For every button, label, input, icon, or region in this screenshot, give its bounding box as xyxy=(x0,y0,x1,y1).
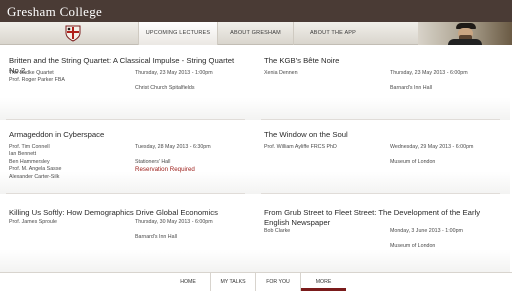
lecture-list: Britten and the String Quartet: A Classi… xyxy=(0,46,512,272)
reservation-required-label: Reservation Required xyxy=(135,166,195,173)
lecture-venue: Stationers' Hall xyxy=(135,159,171,165)
lecture-speakers: Prof. Tim Connell Ian Bennett Ben Hammer… xyxy=(9,144,61,181)
lecture-speakers: Prof. James Sproule xyxy=(9,219,57,226)
lecture-card[interactable]: The Window on the Soul Prof. William Ayl… xyxy=(255,120,510,194)
lecture-title: Armageddon in Cyberspace xyxy=(9,130,105,139)
lecture-card[interactable]: Britten and the String Quartet: A Classi… xyxy=(0,46,255,120)
nav-home[interactable]: HOME xyxy=(166,273,211,291)
speaker-name: Prof. William Ayliffe FRCS PhD xyxy=(264,144,337,150)
speaker-name: The Badke Quartet xyxy=(9,70,54,76)
nav-my-talks[interactable]: MY TALKS xyxy=(211,273,256,291)
nav-for-you[interactable]: FOR YOU xyxy=(256,273,301,291)
lecture-date: Thursday, 23 May 2013 - 6:00pm xyxy=(390,70,468,76)
lecture-card[interactable]: The KGB's Bête Noire Xenia Dennen Thursd… xyxy=(255,46,510,120)
speaker-name: Prof. Tim Connell xyxy=(9,144,50,150)
lecture-title: From Grub Street to Fleet Street: The De… xyxy=(264,208,481,227)
speaker-name: Prof. Roger Parker FBA xyxy=(9,77,65,84)
lecture-date: Thursday, 30 May 2013 - 6:00pm xyxy=(135,219,213,225)
lecture-speakers: The Badke Quartet Prof. Roger Parker FBA xyxy=(9,70,65,85)
nav-more[interactable]: MORE xyxy=(301,273,346,291)
tab-about-the-app[interactable]: ABOUT THE APP xyxy=(294,22,372,45)
speaker-name: Ian Bennett xyxy=(9,151,37,158)
speaker-name: Alexander Carter-Silk xyxy=(9,173,60,180)
app-header: Gresham College xyxy=(0,0,512,22)
lecture-title: Killing Us Softly: How Demographics Driv… xyxy=(9,208,218,217)
lecture-date: Wednesday, 29 May 2013 - 6:00pm xyxy=(390,144,474,150)
lecture-date: Tuesday, 28 May 2013 - 6:30pm xyxy=(135,144,211,150)
lecture-card[interactable]: From Grub Street to Fleet Street: The De… xyxy=(255,198,510,272)
lecture-card[interactable]: Killing Us Softly: How Demographics Driv… xyxy=(0,198,255,272)
speaker-name: Xenia Dennen xyxy=(264,70,298,76)
card-divider xyxy=(6,193,245,194)
lecture-date: Monday, 3 June 2013 - 1:00pm xyxy=(390,228,463,234)
gresham-portrait-image xyxy=(418,22,512,45)
lecture-venue: Christ Church Spitalfields xyxy=(135,85,195,91)
lecture-speakers: Xenia Dennen xyxy=(264,70,298,77)
speaker-name: Ben Hammersley xyxy=(9,158,50,165)
card-divider xyxy=(261,193,500,194)
lecture-title: The Window on the Soul xyxy=(264,130,348,139)
speaker-name: Prof. M. Angela Sasse xyxy=(9,166,62,173)
tab-about-gresham[interactable]: ABOUT GRESHAM xyxy=(218,22,294,45)
lecture-venue: Museum of London xyxy=(390,243,436,249)
lecture-speakers: Prof. William Ayliffe FRCS PhD xyxy=(264,144,337,151)
lecture-card[interactable]: Armageddon in Cyberspace Prof. Tim Conne… xyxy=(0,120,255,194)
lecture-speakers: Bob Clarke xyxy=(264,228,290,235)
lecture-venue: Barnard's Inn Hall xyxy=(390,85,432,91)
tab-upcoming-lectures[interactable]: UPCOMING LECTURES xyxy=(138,22,218,45)
bottom-nav: HOME MY TALKS FOR YOU MORE xyxy=(0,272,512,291)
speaker-name: Bob Clarke xyxy=(264,228,291,234)
lecture-title: The KGB's Bête Noire xyxy=(264,56,340,65)
lecture-date: Thursday, 23 May 2013 - 1:00pm xyxy=(135,70,213,76)
brand-title: Gresham College xyxy=(7,4,103,19)
lecture-venue: Museum of London xyxy=(390,159,436,165)
speaker-name: Prof. James Sproule xyxy=(9,219,57,225)
lecture-venue: Barnard's Inn Hall xyxy=(135,234,177,240)
gresham-crest-icon xyxy=(65,25,81,42)
